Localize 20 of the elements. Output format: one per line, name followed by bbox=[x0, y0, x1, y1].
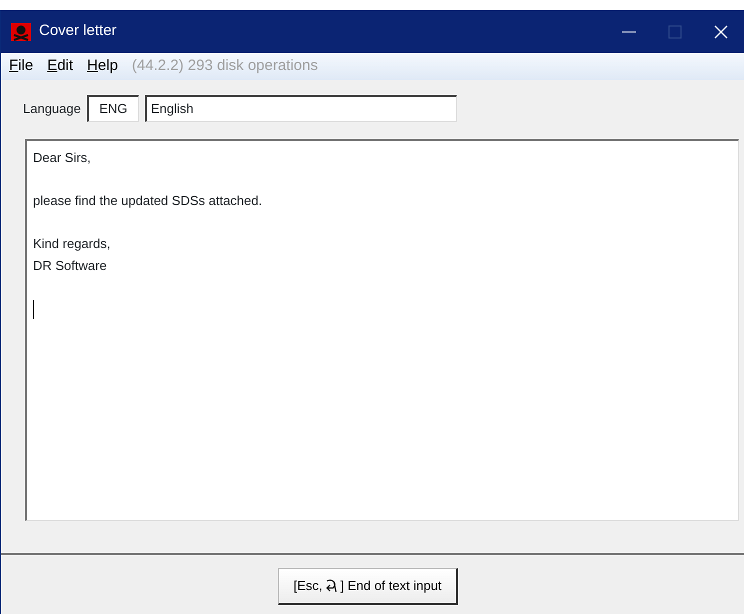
status-text: (44.2.2) 293 disk operations bbox=[132, 56, 318, 76]
end-input-button[interactable]: [Esc, ] End of text input bbox=[278, 568, 458, 605]
letter-line: please find the updated SDSs attached. bbox=[33, 192, 264, 210]
close-icon bbox=[714, 24, 728, 38]
menu-item[interactable]: Help bbox=[87, 55, 118, 78]
language-code-field[interactable]: ENG bbox=[86, 95, 139, 122]
letter-line: DR Software bbox=[33, 256, 108, 274]
menu-item[interactable]: Edit bbox=[47, 55, 74, 78]
menu-item[interactable]: File bbox=[9, 55, 34, 78]
language-name-field[interactable]: English bbox=[144, 95, 457, 122]
letter-line: Dear Sirs, bbox=[33, 149, 92, 167]
skull-icon bbox=[11, 22, 31, 40]
letter-text-area[interactable]: Dear Sirs, please find the updated SDSs attached. Kind regards, DR Software bbox=[25, 139, 739, 521]
minimize-icon bbox=[622, 30, 636, 32]
window-title: Cover letter bbox=[39, 21, 118, 42]
letter-line: Kind regards, bbox=[33, 235, 112, 253]
language-label: Language bbox=[23, 100, 81, 118]
enter-key-icon bbox=[325, 579, 338, 593]
maximize-icon bbox=[668, 24, 682, 38]
text-cursor bbox=[33, 300, 34, 319]
